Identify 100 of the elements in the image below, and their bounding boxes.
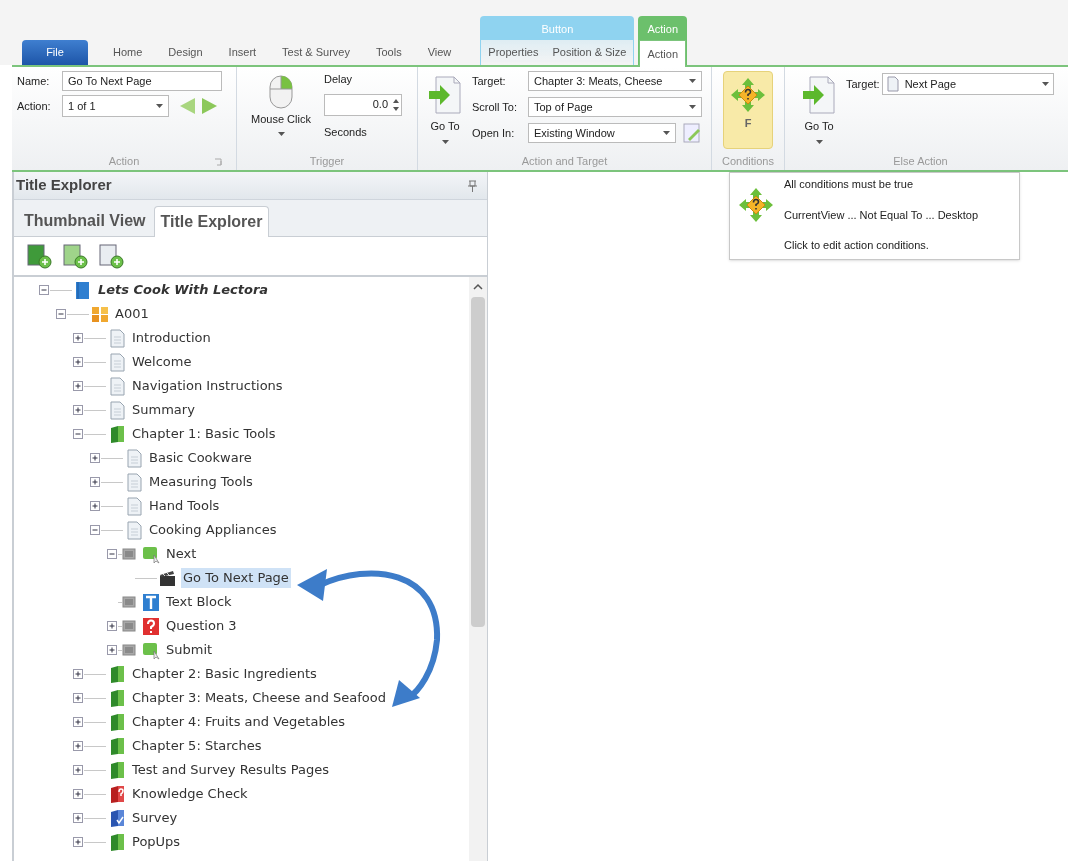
- add-chapter-button[interactable]: [26, 243, 52, 269]
- collapse-icon[interactable]: [39, 285, 49, 295]
- group-label: Action and Target: [521, 153, 608, 169]
- ribbon-tab[interactable]: Action: [639, 40, 686, 67]
- expand-icon[interactable]: [90, 501, 100, 511]
- page-icon: [125, 472, 143, 492]
- expand-icon[interactable]: [73, 669, 83, 679]
- tree-item[interactable]: Knowledge Check: [130, 784, 250, 804]
- dropdown-caret-icon: [689, 105, 696, 109]
- tree-item[interactable]: Navigation Instructions: [130, 376, 285, 396]
- expand-icon[interactable]: [73, 717, 83, 727]
- visibility-square-icon: [122, 644, 136, 656]
- tree-item[interactable]: Basic Cookware: [147, 448, 254, 468]
- tree-item[interactable]: Chapter 2: Basic Ingredients: [130, 664, 319, 684]
- tree-item[interactable]: Measuring Tools: [147, 472, 255, 492]
- context-group-label: Action: [639, 18, 686, 40]
- collapse-icon[interactable]: [107, 549, 117, 559]
- tree-item[interactable]: PopUps: [130, 832, 183, 852]
- tree-item[interactable]: Go To Next Page: [181, 568, 291, 588]
- ribbon-tab[interactable]: Home: [100, 40, 156, 65]
- tree-item[interactable]: Lets Cook With Lectora: [96, 280, 271, 300]
- expand-icon[interactable]: [73, 333, 83, 343]
- left-triangle-icon: [180, 98, 196, 114]
- panel-title: Title Explorer: [16, 175, 112, 196]
- tree-item[interactable]: Hand Tools: [147, 496, 222, 516]
- expand-icon[interactable]: [73, 381, 83, 391]
- tree-item[interactable]: Chapter 3: Meats, Cheese and Seafood: [130, 688, 388, 708]
- expand-icon[interactable]: [107, 645, 117, 655]
- dropdown[interactable]: Next Page: [881, 73, 1054, 95]
- expand-icon[interactable]: [90, 453, 100, 463]
- ribbon-tab[interactable]: Design: [155, 40, 216, 65]
- scrollbar-thumb[interactable]: [471, 297, 485, 627]
- page-icon: [108, 328, 126, 348]
- go-to-button[interactable]: Go To: [423, 71, 467, 152]
- expand-icon[interactable]: [73, 837, 83, 847]
- tree-item[interactable]: Survey: [130, 808, 180, 828]
- page-arrow-icon: [802, 75, 836, 115]
- panel-tab[interactable]: Thumbnail View: [18, 205, 152, 236]
- tree-item[interactable]: Test and Survey Results Pages: [130, 760, 331, 780]
- field-label: Open In:: [472, 125, 516, 141]
- field-label: Scroll To:: [472, 99, 519, 115]
- collapse-icon[interactable]: [90, 525, 100, 535]
- conditions-button[interactable]: F: [723, 71, 773, 149]
- book-check-icon: [108, 808, 126, 828]
- go-to-button[interactable]: Go To: [802, 71, 836, 152]
- dropdown[interactable]: 1 of 1: [62, 95, 169, 117]
- delay-spinner[interactable]: 0.0: [324, 93, 402, 116]
- ribbon-tab[interactable]: Test & Survey: [269, 40, 363, 65]
- expand-icon[interactable]: [90, 477, 100, 487]
- expand-icon[interactable]: [73, 813, 83, 823]
- tree-item[interactable]: Chapter 5: Starches: [130, 736, 264, 756]
- ribbon-tab[interactable]: View: [414, 40, 465, 65]
- tree-item[interactable]: Welcome: [130, 352, 194, 372]
- tree-item[interactable]: Chapter 1: Basic Tools: [130, 424, 278, 444]
- tree-item[interactable]: A001: [113, 304, 151, 324]
- tree-item[interactable]: Chapter 4: Fruits and Vegetables: [130, 712, 348, 732]
- visibility-square-icon: [122, 596, 136, 608]
- tree-item[interactable]: Submit: [164, 640, 215, 660]
- tree-item[interactable]: Question 3: [164, 616, 239, 636]
- page-plus-icon: [62, 243, 88, 269]
- dropdown[interactable]: Chapter 3: Meats, Cheese: [528, 71, 702, 91]
- tree-item[interactable]: Summary: [130, 400, 197, 420]
- text-field[interactable]: Go To Next Page: [62, 71, 222, 91]
- expand-icon[interactable]: [73, 405, 83, 415]
- group-label: Conditions: [722, 153, 774, 169]
- tree-item[interactable]: Cooking Appliances: [147, 520, 279, 540]
- collapse-icon[interactable]: [73, 429, 83, 439]
- page-pencil-icon: [682, 123, 702, 143]
- add-section-button[interactable]: [62, 243, 88, 269]
- expand-icon[interactable]: [107, 621, 117, 631]
- expand-icon[interactable]: [73, 693, 83, 703]
- tree-item[interactable]: Text Block: [164, 592, 234, 612]
- dropdown[interactable]: Top of Page: [528, 97, 702, 117]
- ribbon-tab[interactable]: Insert: [215, 40, 270, 65]
- mouse-click-button[interactable]: Mouse Click: [242, 71, 320, 152]
- field-label: Target:: [472, 73, 507, 89]
- collapse-icon[interactable]: [56, 309, 66, 319]
- ribbon-tab[interactable]: Position & Size: [545, 40, 634, 65]
- page-icon: [886, 76, 899, 92]
- pin-button[interactable]: [468, 179, 477, 192]
- ribbon-tab[interactable]: File: [22, 40, 88, 65]
- panel-tab[interactable]: Title Explorer: [153, 206, 270, 237]
- expand-icon[interactable]: [73, 789, 83, 799]
- page-icon: [125, 520, 143, 540]
- tree-item[interactable]: Introduction: [130, 328, 213, 348]
- button-cursor-icon: [142, 640, 160, 660]
- page-icon: [108, 352, 126, 372]
- expand-icon[interactable]: [73, 741, 83, 751]
- ribbon-tab[interactable]: Tools: [362, 40, 415, 65]
- dropdown[interactable]: Existing Window: [528, 123, 676, 143]
- field-label: Target:: [846, 77, 880, 92]
- page-arrow-icon: [428, 75, 462, 115]
- ribbon-tab[interactable]: Properties: [481, 40, 546, 65]
- expand-icon[interactable]: [73, 357, 83, 367]
- expand-icon[interactable]: [73, 765, 83, 775]
- visibility-square-icon: [122, 620, 136, 632]
- page-icon: [108, 400, 126, 420]
- tooltip-text: Click to edit action conditions.: [784, 238, 930, 253]
- tree-item[interactable]: Next: [164, 544, 199, 564]
- add-page-button[interactable]: [98, 243, 124, 269]
